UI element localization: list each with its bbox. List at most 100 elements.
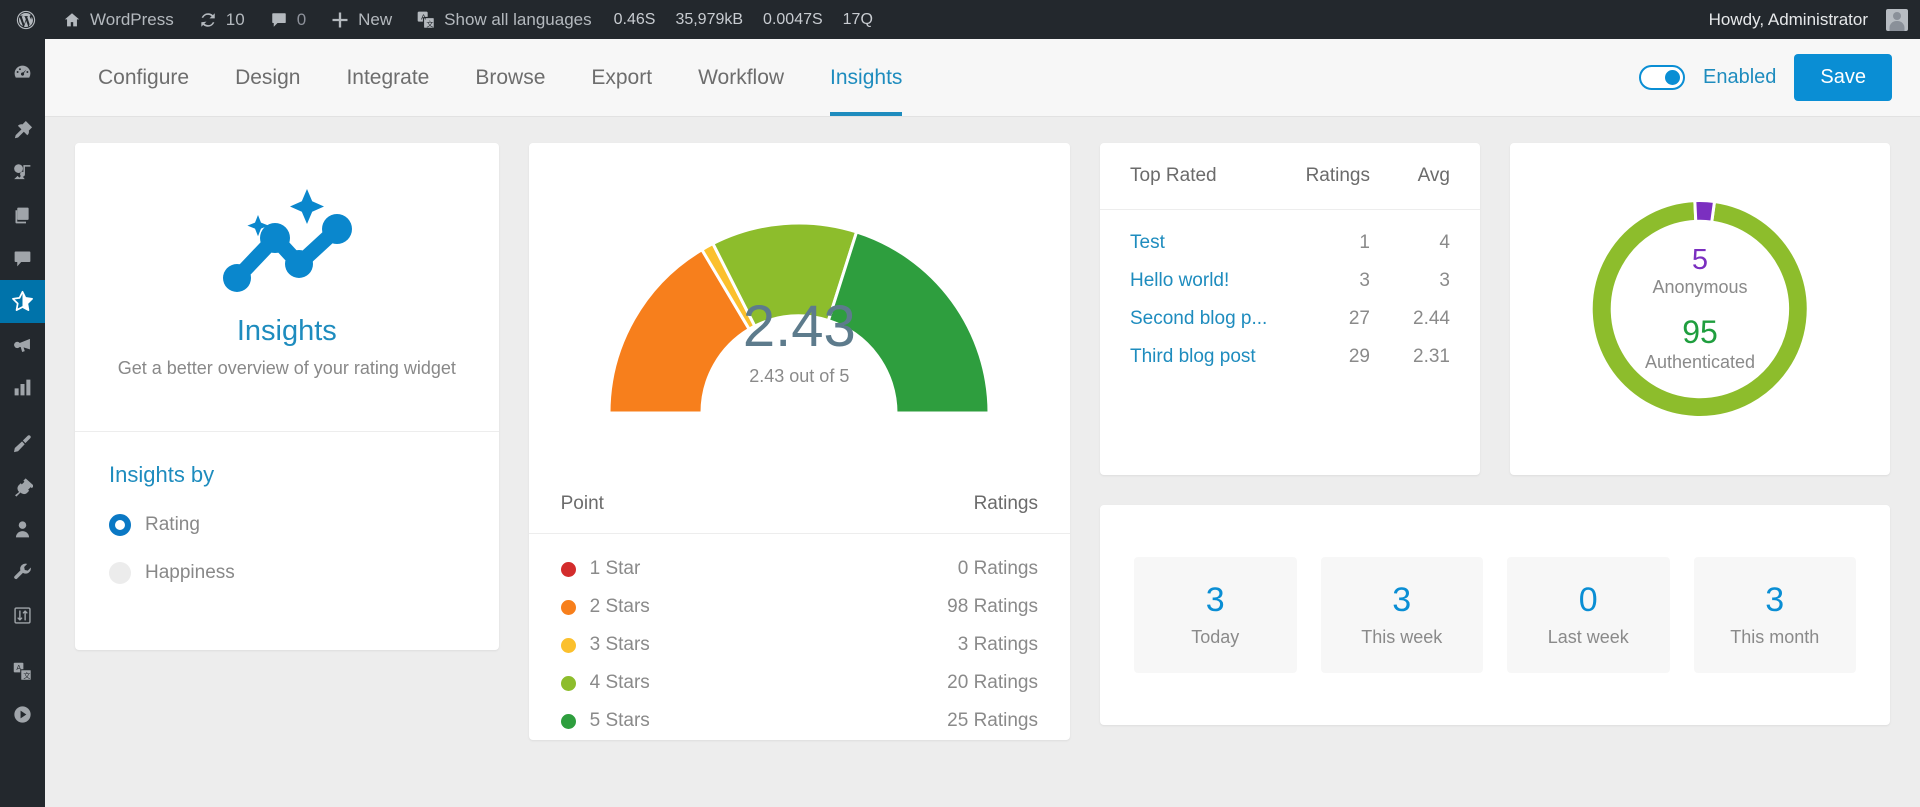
- enabled-toggle[interactable]: [1639, 65, 1685, 90]
- anonymous-label: Anonymous: [1652, 277, 1748, 298]
- pin-icon: [12, 119, 33, 140]
- post-link[interactable]: Second blog p...: [1130, 308, 1300, 330]
- sidebar-item-appearance[interactable]: [0, 422, 45, 465]
- tab-integrate-label: Integrate: [346, 65, 430, 89]
- perf-memory: 35,979kB: [675, 10, 744, 28]
- updates-menu[interactable]: 10: [186, 0, 257, 39]
- legend-dot-3-stars: [560, 637, 576, 653]
- identity-donut-card: 5 Anonymous 95 Authenticated: [1510, 143, 1890, 475]
- legend-dot-5-stars: [560, 713, 576, 729]
- radio-option-rating[interactable]: Rating: [109, 514, 465, 536]
- sidebar-separator: [0, 95, 45, 108]
- point-ratings: 0 Ratings: [957, 558, 1038, 579]
- post-link[interactable]: Hello world!: [1130, 270, 1300, 292]
- comments-count: 0: [296, 9, 307, 29]
- avatar: [1886, 8, 1908, 31]
- sidebar-item-media[interactable]: [0, 151, 45, 194]
- wp-admin-bar: WordPress 10 0 New A 文 Show all language…: [0, 0, 1920, 39]
- donut-center-labels: 5 Anonymous 95 Authenticated: [1565, 173, 1835, 445]
- user-icon: [12, 519, 33, 540]
- radio-rating-indicator: [109, 514, 131, 536]
- table-row: 2 Stars 98 Ratings: [529, 588, 1070, 626]
- tab-export-label: Export: [591, 65, 653, 89]
- stat-last-week-label: Last week: [1547, 626, 1629, 647]
- insights-by-label: Insights by: [109, 462, 215, 487]
- show-all-languages-menu[interactable]: A 文 Show all languages: [404, 0, 603, 39]
- new-content-menu[interactable]: New: [318, 0, 404, 39]
- tab-insights-label: Insights: [830, 65, 903, 89]
- sidebar-item-plugins[interactable]: [0, 465, 45, 508]
- tab-design-label: Design: [235, 65, 301, 89]
- authenticated-count: 95: [1682, 314, 1718, 351]
- table-row[interactable]: Second blog p... 27 2.44: [1100, 300, 1480, 338]
- sidebar-item-settings[interactable]: [0, 594, 45, 637]
- sidebar-item-users[interactable]: [0, 508, 45, 551]
- dashboard-gauge-icon: [12, 63, 33, 84]
- sidebar-item-ratings[interactable]: [0, 280, 45, 323]
- insights-intro-header: Insights Get a better overview of your r…: [75, 143, 499, 432]
- stat-this-week-value: 3: [1392, 580, 1412, 619]
- sidebar-item-dashboard[interactable]: [0, 52, 45, 95]
- sidebar-item-posts[interactable]: [0, 108, 45, 151]
- authenticated-label: Authenticated: [1644, 352, 1756, 373]
- post-ratings: 1: [1359, 232, 1370, 253]
- table-row[interactable]: Third blog post 29 2.31: [1100, 338, 1480, 376]
- sidebar-item-comments[interactable]: [0, 237, 45, 280]
- table-row[interactable]: Hello world! 3 3: [1100, 262, 1480, 300]
- sidebar-item-pages[interactable]: [0, 194, 45, 237]
- site-name-label: WordPress: [90, 9, 174, 29]
- tab-browse[interactable]: Browse: [452, 39, 568, 116]
- post-link[interactable]: Test: [1130, 232, 1300, 254]
- stat-this-month-value: 3: [1765, 580, 1785, 619]
- sidebar-separator: [0, 409, 45, 422]
- sidebar-item-analytics[interactable]: [0, 366, 45, 409]
- plugin-tab-bar: Configure Design Integrate Browse Export…: [45, 39, 1920, 117]
- radio-happiness-indicator: [109, 562, 131, 584]
- tab-browse-label: Browse: [475, 65, 546, 89]
- svg-text:文: 文: [23, 671, 30, 680]
- tab-export[interactable]: Export: [568, 39, 675, 116]
- play-circle-icon: [12, 704, 33, 725]
- svg-text:文: 文: [427, 19, 434, 28]
- sidebar-item-translate[interactable]: A 文: [0, 650, 45, 693]
- megaphone-icon: [12, 334, 33, 355]
- point-label: 4 Stars: [589, 672, 650, 693]
- comment-bubble-icon: [269, 10, 289, 30]
- wrench-icon: [12, 562, 33, 583]
- legend-dot-4-stars: [560, 675, 576, 691]
- howdy-label: Howdy, Administrator: [1708, 9, 1868, 29]
- table-row: 3 Stars 3 Ratings: [529, 626, 1070, 664]
- stat-last-week: 0 Last week: [1507, 557, 1670, 673]
- rating-gauge-card: 2.43 2.43 out of 5 Point Ratings 1 Star …: [528, 143, 1070, 740]
- tab-insights[interactable]: Insights: [807, 39, 925, 116]
- point-ratings: 3 Ratings: [957, 634, 1038, 655]
- post-ratings: 29: [1348, 346, 1370, 367]
- tab-design[interactable]: Design: [212, 39, 323, 116]
- post-link[interactable]: Third blog post: [1130, 346, 1300, 368]
- sidebar-item-feedback[interactable]: [0, 323, 45, 366]
- point-ratings: 20 Ratings: [947, 672, 1038, 693]
- radio-option-happiness[interactable]: Happiness: [109, 562, 465, 584]
- tab-configure[interactable]: Configure: [75, 39, 212, 116]
- perf-queries: 17Q: [842, 10, 873, 28]
- stat-today: 3 Today: [1134, 557, 1297, 673]
- top-rated-col-ratings: Ratings: [1305, 165, 1370, 186]
- tab-integrate[interactable]: Integrate: [323, 39, 452, 116]
- save-button[interactable]: Save: [1794, 54, 1892, 101]
- top-rated-col-avg: Avg: [1417, 165, 1450, 186]
- comments-menu[interactable]: 0: [257, 0, 318, 39]
- point-label: 3 Stars: [589, 634, 650, 655]
- tab-workflow-label: Workflow: [698, 65, 785, 89]
- gauge-center-labels: 2.43 2.43 out of 5: [529, 298, 1070, 387]
- account-menu[interactable]: Howdy, Administrator: [1697, 0, 1920, 39]
- wordpress-logo-button[interactable]: [0, 0, 50, 39]
- sidebar-item-media-player[interactable]: [0, 693, 45, 736]
- tab-workflow[interactable]: Workflow: [675, 39, 807, 116]
- stat-this-month-label: This month: [1730, 626, 1820, 647]
- post-avg: 2.31: [1413, 346, 1450, 367]
- table-row[interactable]: Test 1 4: [1100, 224, 1480, 262]
- post-ratings: 27: [1348, 308, 1370, 329]
- sidebar-item-tools[interactable]: [0, 551, 45, 594]
- site-name-menu[interactable]: WordPress: [50, 0, 186, 39]
- post-avg: 4: [1439, 232, 1450, 253]
